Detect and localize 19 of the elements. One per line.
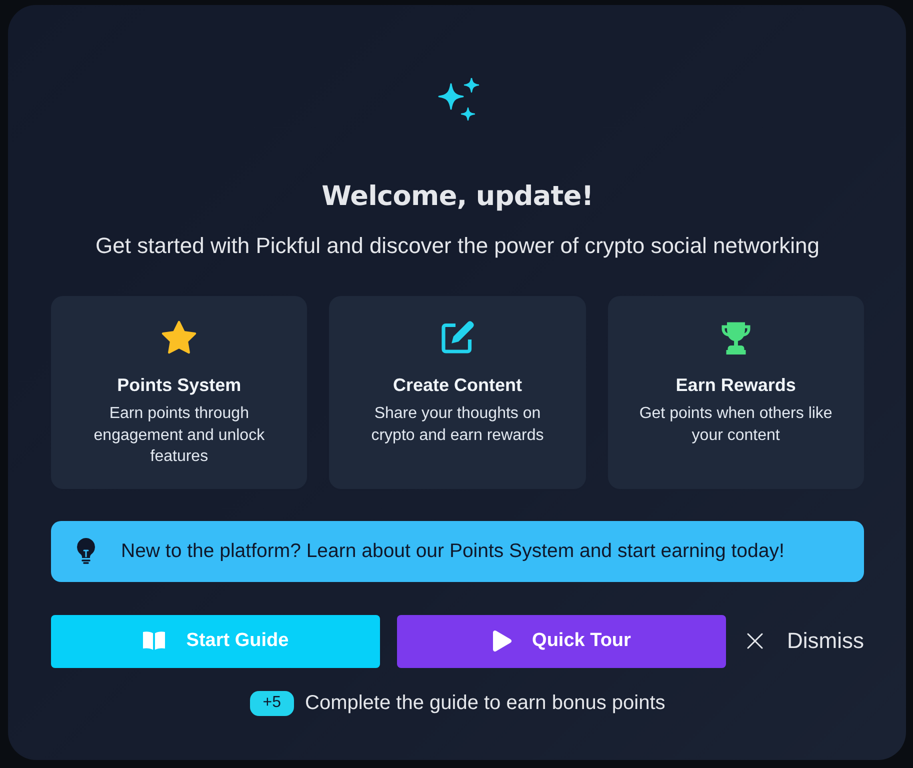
feature-title: Points System xyxy=(117,374,242,397)
book-icon xyxy=(142,631,166,651)
close-icon xyxy=(747,633,763,649)
footer-text: Complete the guide to earn bonus points xyxy=(305,692,666,714)
feature-description: Share your thoughts on crypto and earn rewards xyxy=(370,404,545,446)
feature-title: Earn Rewards xyxy=(676,374,796,397)
feature-description: Earn points through engagement and unlock features xyxy=(92,404,266,467)
star-icon xyxy=(161,320,198,356)
welcome-title: Welcome, update! xyxy=(322,180,594,214)
points-badge: +5 xyxy=(250,690,294,716)
lightbulb-icon xyxy=(75,538,97,564)
feature-title: Create Content xyxy=(392,374,522,397)
welcome-subtitle: Get started with Pickful and discover the power of crypto social networking xyxy=(96,232,820,260)
play-icon xyxy=(492,630,512,652)
quick-tour-button[interactable]: Quick Tour xyxy=(397,614,726,668)
edit-icon xyxy=(439,320,476,356)
feature-description: Get points when others like your content xyxy=(638,404,834,446)
dismiss-button[interactable]: Dismiss xyxy=(743,614,864,668)
tip-text: New to the platform? Learn about our Points System and start earning today! xyxy=(121,540,784,562)
